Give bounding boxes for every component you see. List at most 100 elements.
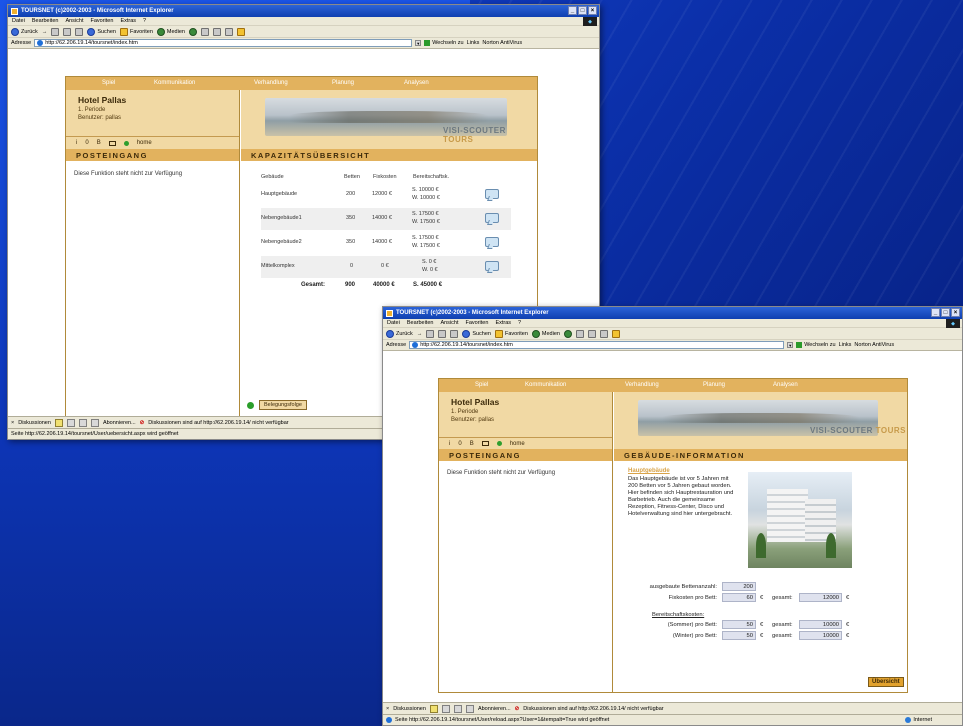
- info-icon[interactable]: i: [76, 140, 77, 146]
- refresh-icon[interactable]: [63, 27, 72, 36]
- discussion-tool-icon[interactable]: [66, 418, 75, 427]
- print-icon[interactable]: [587, 329, 596, 338]
- details-bubble-icon[interactable]: [485, 189, 499, 199]
- menu-favoriten[interactable]: Favoriten: [466, 320, 489, 326]
- subscribe-button[interactable]: Abonnieren...: [478, 706, 511, 712]
- menu-bearbeiten[interactable]: Bearbeiten: [407, 320, 434, 326]
- close-discussion-icon[interactable]: ×: [386, 706, 389, 712]
- title-bar[interactable]: TOURSNET (c)2002-2003 - Microsoft Intern…: [8, 5, 599, 17]
- details-bubble-icon[interactable]: [485, 237, 499, 247]
- discussion-tool-icon[interactable]: [90, 418, 99, 427]
- menu-ansicht[interactable]: Ansicht: [65, 18, 83, 24]
- nav-analysen[interactable]: Analysen: [773, 382, 798, 388]
- back-button[interactable]: Zurück: [11, 27, 38, 36]
- overview-button[interactable]: Übersicht: [868, 677, 904, 687]
- nav-planung[interactable]: Planung: [332, 80, 354, 86]
- address-input[interactable]: http://62.206.19.14/toursnet/index.htm: [409, 341, 785, 349]
- subscribe-button[interactable]: Abonnieren...: [103, 420, 136, 426]
- nav-spiel[interactable]: Spiel: [102, 80, 115, 86]
- menu-bearbeiten[interactable]: Bearbeiten: [32, 18, 59, 24]
- maximize-button[interactable]: □: [578, 6, 587, 15]
- address-dropdown[interactable]: ▼: [415, 40, 422, 46]
- mail-icon[interactable]: [200, 27, 209, 36]
- edit-icon[interactable]: [599, 329, 608, 338]
- stop-icon[interactable]: [51, 27, 60, 36]
- discussion-tool-icon[interactable]: [465, 704, 474, 713]
- links-button[interactable]: Links: [467, 40, 480, 46]
- nav-kommunikation[interactable]: Kommunikation: [154, 80, 195, 86]
- print-icon[interactable]: [212, 27, 221, 36]
- address-dropdown[interactable]: ▼: [787, 342, 794, 348]
- menu-extras[interactable]: Extras: [495, 320, 511, 326]
- favorites-button[interactable]: Favoriten: [119, 27, 153, 36]
- title-bar[interactable]: TOURSNET (c)2002-2003 - Microsoft Intern…: [383, 307, 962, 319]
- norton-button[interactable]: Norton AntiVirus: [854, 342, 894, 348]
- nav-analysen[interactable]: Analysen: [404, 80, 429, 86]
- media-button[interactable]: Medien: [156, 27, 185, 36]
- site-logo: VISI-SCOUTER TOURS: [443, 126, 506, 144]
- nav-verhandlung[interactable]: Verhandlung: [254, 80, 288, 86]
- discussion-unavailable-text: Diskussionen sind auf http://62.206.19.1…: [148, 419, 289, 426]
- menu-bar: Datei Bearbeiten Ansicht Favoriten Extra…: [8, 17, 599, 26]
- maximize-button[interactable]: □: [941, 308, 950, 317]
- menu-help[interactable]: ?: [518, 320, 521, 326]
- close-discussion-icon[interactable]: ×: [11, 420, 14, 426]
- forward-button[interactable]: →: [42, 29, 48, 35]
- search-button[interactable]: Suchen: [87, 27, 116, 36]
- menu-ansicht[interactable]: Ansicht: [440, 320, 458, 326]
- close-button[interactable]: ×: [588, 6, 597, 15]
- discussion-tool-icon[interactable]: [78, 418, 87, 427]
- media-button[interactable]: Medien: [531, 329, 560, 338]
- menu-help[interactable]: ?: [143, 18, 146, 24]
- details-bubble-icon[interactable]: [485, 261, 499, 271]
- favorites-button[interactable]: Favoriten: [494, 329, 528, 338]
- history-icon[interactable]: [563, 329, 572, 338]
- discussions-button[interactable]: Diskussionen: [18, 420, 51, 426]
- folder-icon[interactable]: [236, 27, 245, 36]
- folder-icon[interactable]: [611, 329, 620, 338]
- left-column: Hotel Pallas 1. Periode Benutzer: pallas…: [66, 90, 240, 417]
- home-icon[interactable]: [75, 27, 84, 36]
- envelope-icon[interactable]: [108, 140, 116, 146]
- edit-icon[interactable]: [224, 27, 233, 36]
- b-icon[interactable]: B: [97, 140, 101, 146]
- menu-datei[interactable]: Datei: [12, 18, 25, 24]
- summer-value: 50: [722, 620, 756, 629]
- back-button[interactable]: Zurück: [386, 329, 413, 338]
- address-input[interactable]: http://62.206.19.14/toursnet/index.htm: [34, 39, 413, 47]
- browser-window-2[interactable]: TOURSNET (c)2002-2003 - Microsoft Intern…: [382, 306, 963, 726]
- links-button[interactable]: Links: [839, 342, 852, 348]
- menu-datei[interactable]: Datei: [387, 320, 400, 326]
- go-button[interactable]: Wechseln zu: [424, 40, 464, 46]
- nav-verhandlung[interactable]: Verhandlung: [625, 382, 659, 388]
- discussions-button[interactable]: Diskussionen: [393, 706, 426, 712]
- forward-button[interactable]: →: [417, 331, 423, 337]
- stop-icon[interactable]: [426, 329, 435, 338]
- discussion-tool-icon[interactable]: [453, 704, 462, 713]
- discussion-tool-icon[interactable]: [54, 418, 63, 427]
- home-icon[interactable]: [450, 329, 459, 338]
- home-link[interactable]: home: [510, 441, 525, 447]
- minimize-button[interactable]: _: [568, 6, 577, 15]
- nav-kommunikation[interactable]: Kommunikation: [525, 382, 566, 388]
- refresh-icon[interactable]: [438, 329, 447, 338]
- nav-spiel[interactable]: Spiel: [475, 382, 488, 388]
- discussion-tool-icon[interactable]: [429, 704, 438, 713]
- menu-favoriten[interactable]: Favoriten: [91, 18, 114, 24]
- minimize-button[interactable]: _: [931, 308, 940, 317]
- search-button[interactable]: Suchen: [462, 329, 491, 338]
- belegungsfolge-button[interactable]: Belegungsfolge: [259, 400, 307, 410]
- menu-extras[interactable]: Extras: [120, 18, 136, 24]
- b-icon[interactable]: B: [470, 441, 474, 447]
- envelope-icon[interactable]: [481, 441, 489, 446]
- mail-icon[interactable]: [575, 329, 584, 338]
- nav-planung[interactable]: Planung: [703, 382, 725, 388]
- details-bubble-icon[interactable]: [485, 213, 499, 223]
- info-icon[interactable]: i: [449, 441, 450, 447]
- home-link[interactable]: home: [137, 140, 152, 146]
- norton-button[interactable]: Norton AntiVirus: [482, 40, 522, 46]
- history-icon[interactable]: [188, 27, 197, 36]
- go-button[interactable]: Wechseln zu: [796, 342, 836, 348]
- discussion-tool-icon[interactable]: [441, 704, 450, 713]
- close-button[interactable]: ×: [951, 308, 960, 317]
